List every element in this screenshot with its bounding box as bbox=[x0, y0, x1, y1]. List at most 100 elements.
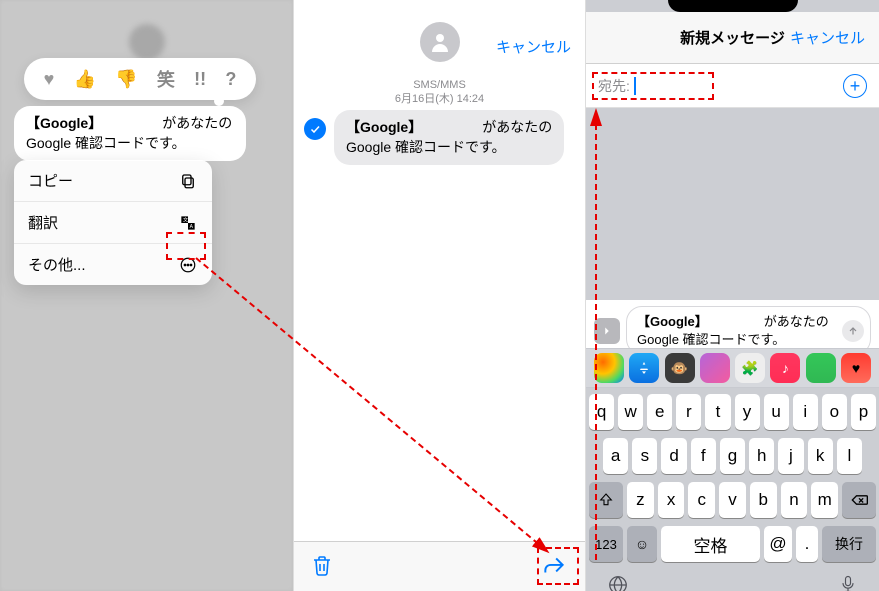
msg-suffix: があなたの bbox=[764, 314, 829, 329]
add-contact-icon[interactable]: + bbox=[843, 74, 867, 98]
menu-copy-label: コピー bbox=[28, 170, 73, 191]
key-v[interactable]: v bbox=[719, 482, 746, 518]
app-itunes-icon[interactable]: ♪ bbox=[770, 353, 800, 383]
key-y[interactable]: y bbox=[735, 394, 760, 430]
key-dot[interactable]: . bbox=[796, 526, 818, 562]
cancel-button[interactable]: キャンセル bbox=[790, 27, 865, 48]
key-b[interactable]: b bbox=[750, 482, 777, 518]
reaction-thumbsdown-icon[interactable]: 👎 bbox=[115, 69, 137, 90]
kb-row3-letters: zxcvbnm bbox=[627, 482, 838, 518]
meta-time: 6月16日(木) 14:24 bbox=[294, 92, 585, 106]
reaction-bar[interactable]: ♥ 👍 👎 笑 !! ? bbox=[24, 58, 256, 100]
reaction-haha-icon[interactable]: 笑 bbox=[157, 66, 175, 92]
msg-suffix: があなたの bbox=[162, 115, 232, 131]
expand-input-icon[interactable] bbox=[594, 318, 620, 344]
app-memoji-icon[interactable]: 🐵 bbox=[665, 353, 695, 383]
key-c[interactable]: c bbox=[688, 482, 715, 518]
key-a[interactable]: a bbox=[603, 438, 628, 474]
key-i[interactable]: i bbox=[793, 394, 818, 430]
msg-line2: Google 確認コードです。 bbox=[346, 139, 506, 155]
redacted-code bbox=[422, 120, 482, 132]
context-menu: コピー 翻訳 文A その他... bbox=[14, 160, 212, 285]
reaction-heart-icon[interactable]: ♥ bbox=[44, 69, 55, 90]
copy-icon bbox=[178, 171, 198, 191]
bottom-toolbar bbox=[294, 541, 585, 591]
trash-icon[interactable] bbox=[310, 553, 338, 581]
kb-row2: asdfghjkl bbox=[589, 438, 876, 474]
kb-row3: zxcvbnm bbox=[589, 482, 876, 518]
redacted-code bbox=[102, 116, 162, 128]
key-q[interactable]: q bbox=[589, 394, 614, 430]
key-z[interactable]: z bbox=[627, 482, 654, 518]
key-backspace[interactable] bbox=[842, 482, 876, 518]
key-p[interactable]: p bbox=[851, 394, 876, 430]
message-bubble[interactable]: 【Google】があなたの Google 確認コードです。 bbox=[334, 110, 564, 165]
app-photos-icon[interactable] bbox=[594, 353, 624, 383]
globe-icon[interactable] bbox=[607, 574, 629, 591]
menu-translate[interactable]: 翻訳 文A bbox=[14, 202, 212, 244]
svg-text:文: 文 bbox=[183, 216, 188, 223]
reaction-thumbsup-icon[interactable]: 👍 bbox=[74, 69, 96, 90]
menu-copy[interactable]: コピー bbox=[14, 160, 212, 202]
app-strip[interactable]: 🐵 🧩 ♪ ♥ bbox=[586, 348, 879, 388]
key-m[interactable]: m bbox=[811, 482, 838, 518]
reaction-question-icon[interactable]: ? bbox=[225, 69, 236, 90]
key-numeric[interactable]: 123 bbox=[589, 526, 623, 562]
key-emoji[interactable]: ☺ bbox=[627, 526, 657, 562]
msg-suffix: があなたの bbox=[482, 119, 552, 135]
key-space[interactable]: 空格 bbox=[661, 526, 760, 562]
more-icon bbox=[178, 255, 198, 275]
redacted-code bbox=[708, 315, 764, 326]
menu-more[interactable]: その他... bbox=[14, 244, 212, 285]
key-h[interactable]: h bbox=[749, 438, 774, 474]
to-field-row: 宛先: + bbox=[586, 64, 879, 108]
meta-label: SMS/MMS bbox=[294, 78, 585, 92]
message-bubble[interactable]: 【Google】があなたの Google 確認コードです。 bbox=[14, 106, 246, 161]
send-up-icon[interactable] bbox=[842, 320, 864, 342]
key-f[interactable]: f bbox=[691, 438, 716, 474]
key-d[interactable]: d bbox=[661, 438, 686, 474]
mic-icon[interactable] bbox=[838, 574, 858, 591]
key-n[interactable]: n bbox=[781, 482, 808, 518]
menu-translate-label: 翻訳 bbox=[28, 212, 58, 233]
key-t[interactable]: t bbox=[705, 394, 730, 430]
page-title: 新規メッセージ bbox=[680, 27, 785, 48]
pane-message-longpress: ♥ 👍 👎 笑 !! ? 【Google】があなたの Google 確認コードで… bbox=[0, 0, 293, 591]
app-music-icon[interactable] bbox=[700, 353, 730, 383]
key-x[interactable]: x bbox=[658, 482, 685, 518]
key-e[interactable]: e bbox=[647, 394, 672, 430]
key-o[interactable]: o bbox=[822, 394, 847, 430]
msg-prefix: 【Google】 bbox=[26, 115, 102, 131]
cancel-button[interactable]: キャンセル bbox=[496, 36, 571, 57]
text-cursor bbox=[634, 77, 636, 95]
message-meta: SMS/MMS 6月16日(木) 14:24 bbox=[294, 78, 585, 107]
share-icon[interactable] bbox=[541, 553, 569, 581]
pane-new-message: 新規メッセージ キャンセル 宛先: + 【Google】があなたの Google… bbox=[586, 0, 879, 591]
key-g[interactable]: g bbox=[720, 438, 745, 474]
key-s[interactable]: s bbox=[632, 438, 657, 474]
key-at[interactable]: @ bbox=[764, 526, 792, 562]
msg-prefix: 【Google】 bbox=[637, 314, 708, 329]
app-activity-icon[interactable] bbox=[806, 353, 836, 383]
menu-more-label: その他... bbox=[28, 254, 86, 275]
kb-row1: qwertyuiop bbox=[589, 394, 876, 430]
app-appstore-icon[interactable] bbox=[629, 353, 659, 383]
key-j[interactable]: j bbox=[778, 438, 803, 474]
key-return[interactable]: 换行 bbox=[822, 526, 876, 562]
key-r[interactable]: r bbox=[676, 394, 701, 430]
pane-message-select: キャンセル SMS/MMS 6月16日(木) 14:24 【Google】があな… bbox=[293, 0, 586, 591]
key-k[interactable]: k bbox=[808, 438, 833, 474]
key-shift[interactable] bbox=[589, 482, 623, 518]
header: 新規メッセージ キャンセル bbox=[586, 12, 879, 64]
keyboard[interactable]: qwertyuiop asdfghjkl zxcvbnm 123 ☺ 空格 @ … bbox=[586, 388, 879, 591]
key-w[interactable]: w bbox=[618, 394, 643, 430]
selection-checkmark[interactable] bbox=[304, 118, 326, 140]
app-heart-icon[interactable]: ♥ bbox=[841, 353, 871, 383]
app-generic-icon[interactable]: 🧩 bbox=[735, 353, 765, 383]
key-u[interactable]: u bbox=[764, 394, 789, 430]
device-notch bbox=[668, 0, 798, 12]
key-l[interactable]: l bbox=[837, 438, 862, 474]
contact-avatar[interactable] bbox=[420, 22, 460, 62]
avatar-blurred bbox=[129, 24, 165, 60]
reaction-exclaim-icon[interactable]: !! bbox=[194, 69, 206, 90]
